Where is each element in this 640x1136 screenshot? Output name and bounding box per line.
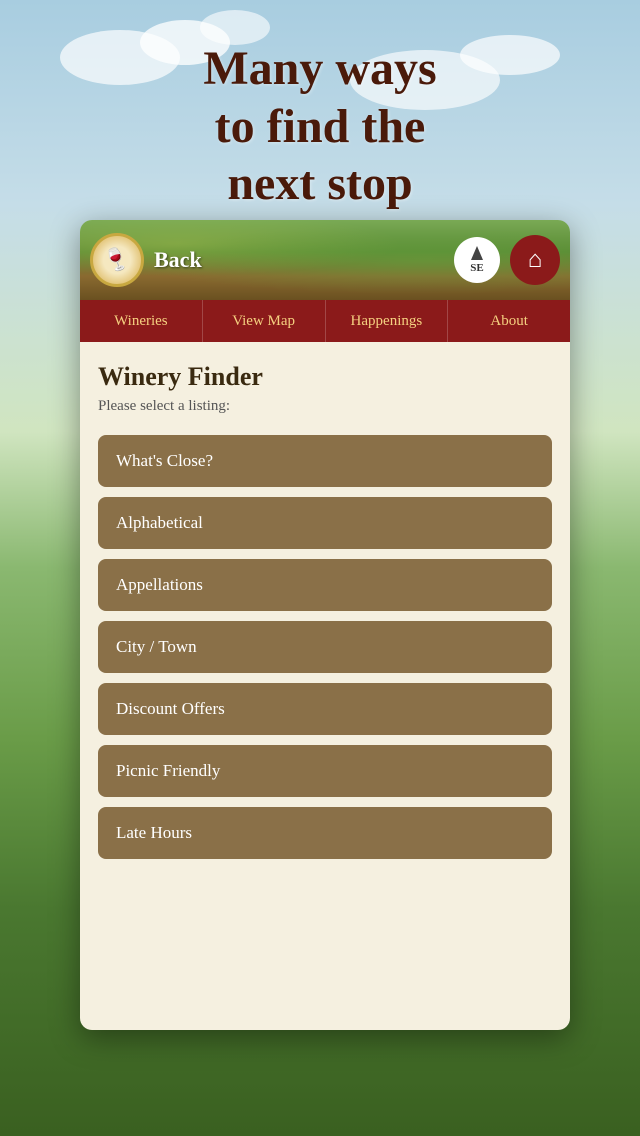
back-button[interactable]: Back xyxy=(154,247,444,273)
headline-line3: next stop xyxy=(227,157,412,210)
compass-needle-icon xyxy=(471,246,483,260)
listing-picnic-friendly[interactable]: Picnic Friendly xyxy=(98,745,552,797)
headline: Many ways to find the next stop xyxy=(0,40,640,213)
wine-glass-icon: 🍷 xyxy=(100,243,135,277)
listing-city-town[interactable]: City / Town xyxy=(98,621,552,673)
home-icon: ⌂ xyxy=(528,247,542,274)
logo-button[interactable]: 🍷 xyxy=(90,233,144,287)
listing-alphabetical[interactable]: Alphabetical xyxy=(98,497,552,549)
tab-about[interactable]: About xyxy=(448,300,570,342)
tab-wineries[interactable]: Wineries xyxy=(80,300,203,342)
listing-late-hours[interactable]: Late Hours xyxy=(98,807,552,859)
headline-line2: to find the xyxy=(215,100,426,153)
content-area: Winery Finder Please select a listing: W… xyxy=(80,342,570,1030)
header-bar: 🍷 Back SE ⌂ xyxy=(80,220,570,300)
tab-happenings[interactable]: Happenings xyxy=(326,300,449,342)
phone-frame: 🍷 Back SE ⌂ Wineries View Map Happenings… xyxy=(80,220,570,1030)
home-button[interactable]: ⌂ xyxy=(510,235,560,285)
headline-line1: Many ways xyxy=(203,42,436,95)
page-title: Winery Finder xyxy=(98,362,552,392)
tab-view-map[interactable]: View Map xyxy=(203,300,326,342)
listing-appellations[interactable]: Appellations xyxy=(98,559,552,611)
listing-whats-close[interactable]: What's Close? xyxy=(98,435,552,487)
page-subtitle: Please select a listing: xyxy=(98,398,552,415)
compass-button[interactable]: SE xyxy=(454,237,500,283)
header-image: 🍷 Back SE ⌂ xyxy=(80,220,570,300)
listing-discount-offers[interactable]: Discount Offers xyxy=(98,683,552,735)
compass-direction: SE xyxy=(470,262,483,274)
nav-tabs: Wineries View Map Happenings About xyxy=(80,300,570,342)
